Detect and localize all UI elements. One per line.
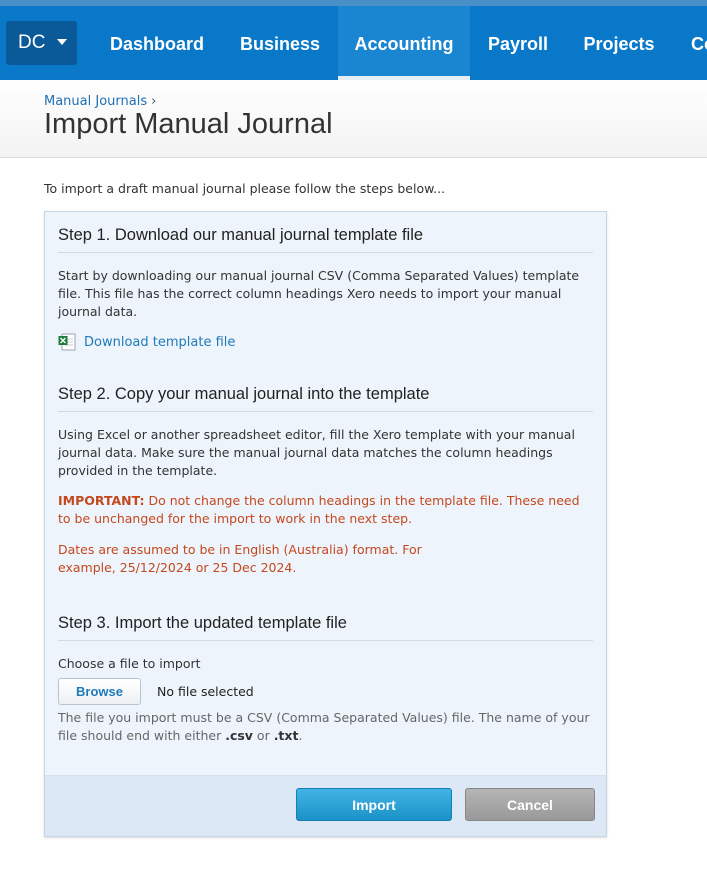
intro-text: To import a draft manual journal please … [44,181,446,196]
file-picker: Browse No file selected [58,678,593,705]
step-1-body: Start by downloading our manual journal … [58,268,580,319]
ext-csv: .csv [225,728,253,743]
choose-file-label: Choose a file to import [58,656,201,671]
import-steps-panel: Step 1. Download our manual journal temp… [44,211,607,837]
excel-file-icon [58,333,76,351]
organisation-switcher[interactable]: DC [6,21,77,65]
import-button[interactable]: Import [296,788,452,821]
step-3: Step 3. Import the updated template file… [58,614,593,745]
nav-accounting[interactable]: Accounting [338,6,470,80]
org-label: DC [18,32,46,53]
nav-payroll[interactable]: Payroll [472,6,564,80]
caret-down-icon [56,38,67,45]
important-label: IMPORTANT: [58,493,145,508]
cancel-button[interactable]: Cancel [465,788,595,821]
top-navigation: DC Dashboard Business Accounting Payroll… [0,6,707,80]
nav-contacts-truncated[interactable]: Co [674,6,707,80]
file-status: No file selected [157,684,254,699]
nav-dashboard[interactable]: Dashboard [93,6,221,80]
step-1: Step 1. Download our manual journal temp… [58,226,593,351]
page-title: Import Manual Journal [44,108,333,140]
nav-business[interactable]: Business [224,6,336,80]
nav-projects[interactable]: Projects [566,6,672,80]
step-2-body: Using Excel or another spreadsheet edito… [58,427,575,478]
breadcrumb-separator: › [151,94,157,109]
step-3-heading: Step 3. Import the updated template file [58,614,593,641]
download-template-link[interactable]: Download template file [58,333,593,351]
step-1-heading: Step 1. Download our manual journal temp… [58,226,593,253]
ext-txt: .txt [273,728,299,743]
file-type-help: The file you import must be a CSV (Comma… [58,709,593,745]
breadcrumb-manual-journals[interactable]: Manual Journals [44,94,147,109]
download-template-label: Download template file [84,334,236,350]
panel-footer: Import Cancel [45,775,606,836]
dates-format-note: Dates are assumed to be in English (Aust… [58,542,422,575]
step-2: Step 2. Copy your manual journal into th… [58,385,593,577]
page-header: Manual Journals › Import Manual Journal [0,80,707,158]
file-help-suffix: . [298,728,303,743]
breadcrumb: Manual Journals › [44,94,156,109]
step-2-heading: Step 2. Copy your manual journal into th… [58,385,593,412]
browse-button[interactable]: Browse [58,678,141,705]
important-warning: IMPORTANT: Do not change the column head… [58,492,593,528]
file-help-or: or [252,728,274,743]
file-help-prefix: The file you import must be a CSV (Comma… [58,710,590,743]
